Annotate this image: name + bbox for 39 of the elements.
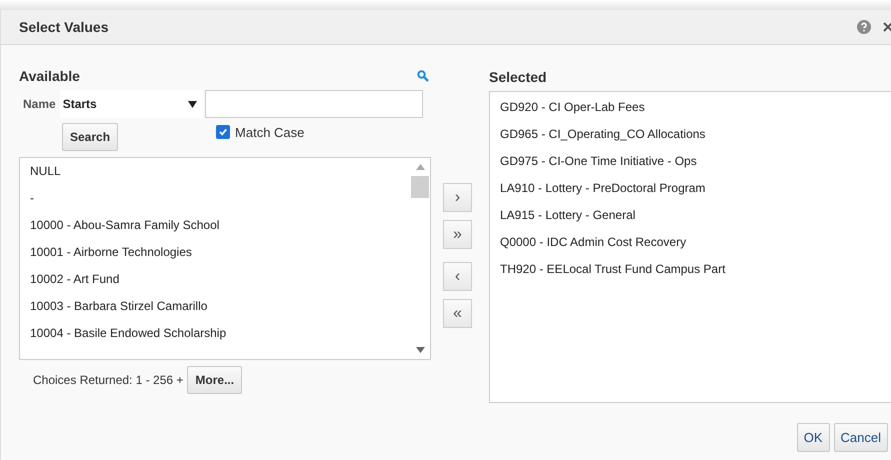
more-button[interactable]: More...	[187, 366, 242, 394]
match-case-label: Match Case	[235, 124, 304, 140]
match-case-checkbox[interactable]	[216, 125, 230, 139]
move-button[interactable]: ‹	[443, 262, 472, 291]
list-item[interactable]: 10003 - Barbara Stirzel Camarillo	[30, 300, 208, 327]
window-title: Select Values	[19, 19, 109, 35]
move-button[interactable]: «	[443, 299, 472, 328]
list-item[interactable]: 10004 - Basile Endowed Scholarship	[30, 327, 226, 354]
dialog-button[interactable]: OK	[796, 423, 830, 452]
scrollbar-thumb[interactable]	[411, 176, 429, 198]
list-item[interactable]: 10001 - Airborne Technologies	[30, 246, 192, 273]
search-button[interactable]: Search	[62, 123, 118, 151]
list-item[interactable]: GD965 - CI_Operating_CO Allocations	[500, 128, 706, 155]
operator-dropdown[interactable]: Starts	[60, 90, 203, 118]
dropdown-caret-icon	[188, 100, 197, 108]
list-item[interactable]: 10002 - Art Fund	[30, 273, 120, 300]
list-item[interactable]: TH920 - EELocal Trust Fund Campus Part	[500, 263, 726, 290]
list-item[interactable]: NULL	[30, 165, 61, 192]
checkmark-icon	[218, 127, 228, 137]
choices-returned-text: Choices Returned: 1 - 256 +	[33, 373, 184, 387]
search-icon[interactable]	[417, 70, 429, 82]
list-item[interactable]: Q0000 - IDC Admin Cost Recovery	[500, 236, 686, 263]
scroll-up-icon[interactable]	[416, 164, 424, 170]
dialog-button[interactable]: Cancel	[834, 423, 888, 452]
list-item[interactable]: GD975 - CI-One Time Initiative - Ops	[500, 155, 697, 182]
scroll-down-icon[interactable]	[416, 347, 424, 353]
available-heading: Available	[19, 68, 80, 84]
list-item[interactable]: -	[30, 192, 34, 219]
list-item[interactable]: LA915 - Lottery - General	[500, 209, 636, 236]
close-icon[interactable]	[883, 22, 891, 32]
name-label: Name	[22, 97, 57, 111]
move-button[interactable]: »	[443, 220, 472, 249]
selected-heading: Selected	[489, 69, 547, 85]
list-item[interactable]: LA910 - Lottery - PreDoctoral Program	[500, 182, 706, 209]
list-item[interactable]: 10000 - Abou-Samra Family School	[30, 219, 220, 246]
search-field[interactable]	[204, 90, 423, 118]
move-button[interactable]: ›	[443, 183, 472, 212]
list-item[interactable]: GD920 - CI Oper-Lab Fees	[500, 101, 645, 128]
help-icon[interactable]	[857, 20, 871, 34]
